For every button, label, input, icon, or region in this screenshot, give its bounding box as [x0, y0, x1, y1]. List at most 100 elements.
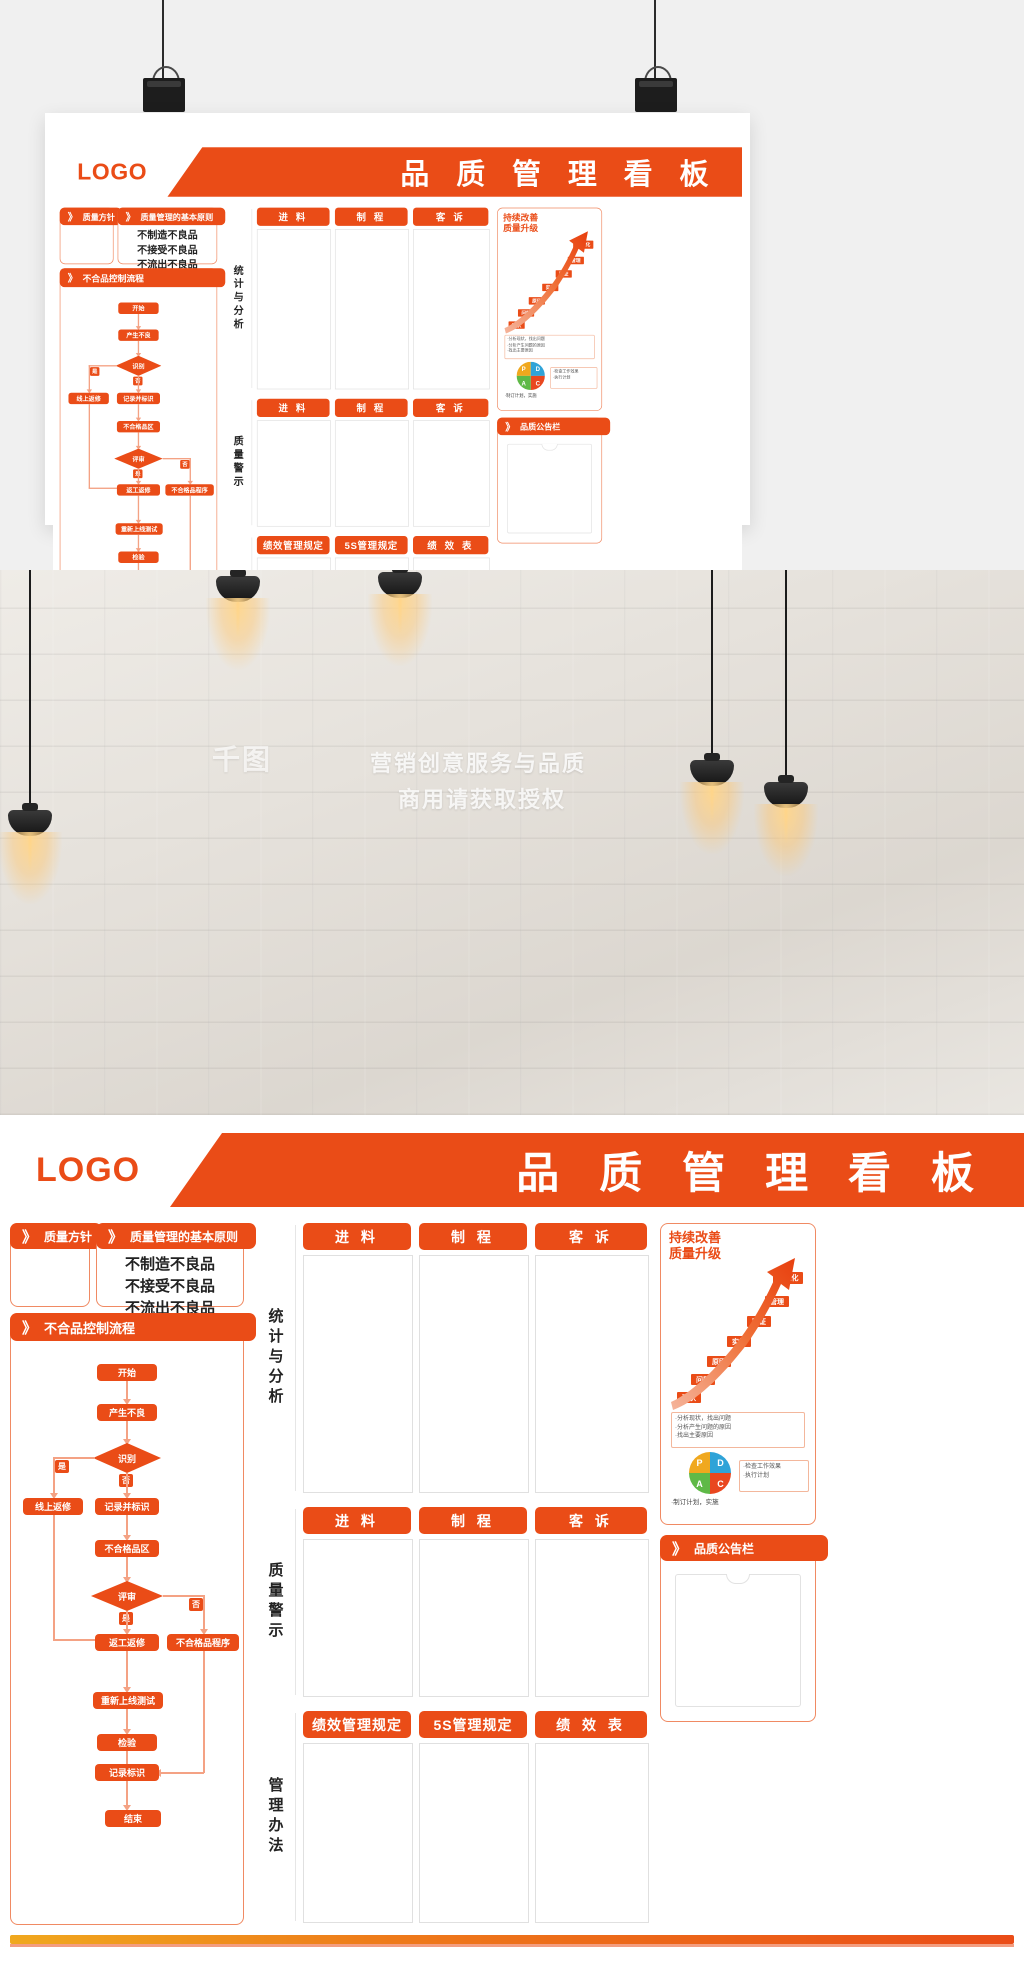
flow-node-reject-area: 不合格品区	[116, 420, 160, 433]
improvement-footnote: ·制订计划，实施	[671, 1499, 719, 1506]
notice-document-holder	[675, 1574, 801, 1707]
pdca-a: A	[689, 1473, 710, 1494]
kanban-board-copy-1: LOGO 品 质 管 理 看 板 》 质量方针 》 质量管理的基本原则 不制造不…	[53, 135, 743, 570]
col-header-performance-rule: 绩效管理规定	[256, 536, 330, 555]
col-body-performance-table	[413, 557, 490, 570]
pdca-wheel: P D C A	[516, 361, 545, 391]
flow-node-rework: 返工返修	[116, 484, 160, 496]
flow-line	[126, 1611, 128, 1631]
col-header-process: 制 程	[419, 1507, 527, 1534]
pdca-c: C	[530, 375, 545, 391]
col-body-process	[419, 1539, 529, 1697]
improvement-note: ·找出主要原因	[675, 1433, 713, 1440]
quality-notice-card: 》 品质公告栏	[660, 1535, 828, 1722]
board-header: LOGO 品 质 管 理 看 板	[0, 1115, 1024, 1207]
quality-principle-label: 质量管理的基本原则	[140, 212, 214, 222]
chevron-icon: 》	[108, 1228, 124, 1246]
quality-policy-card: 》 质量方针	[59, 207, 122, 265]
section-management-label: 管理办法	[225, 536, 252, 570]
flow-line	[126, 1557, 128, 1579]
col-body-performance-rule	[256, 557, 331, 570]
flow-node-start: 开始	[97, 1364, 157, 1381]
flow-node-defect: 产生不良	[97, 1404, 157, 1421]
principle-line: 不制造不良品	[137, 229, 198, 242]
flow-line	[137, 495, 139, 522]
flow-decision-review: 评审	[91, 1581, 163, 1611]
col-header-performance-table: 绩 效 表	[413, 536, 489, 555]
flow-node-start: 开始	[118, 302, 159, 314]
flow-decision-review: 评审	[114, 448, 163, 469]
flow-node-reject-area: 不合格品区	[95, 1540, 159, 1557]
quality-principle-lines: 不制造不良品 不接受不良品 不流出不良品	[118, 229, 216, 273]
flow-line	[88, 365, 90, 391]
quality-principle-card: 》 质量管理的基本原则 不制造不良品 不接受不良品 不流出不良品	[96, 1223, 256, 1317]
improvement-notes-box-1: ·分析现状，找出问题 ·分析产生问题的原因 ·找出主要原因	[504, 334, 595, 360]
improvement-title-line1: 持续改善	[503, 212, 539, 223]
col-header-complaint: 客 诉	[413, 207, 489, 226]
section-statistics: 统计与分析 进 料 制 程 客 诉	[225, 207, 490, 390]
footer-stripe-shadow	[10, 1944, 1014, 1947]
flow-branch-yes: 是	[90, 367, 100, 376]
improvement-note: ·执行计划	[743, 1472, 769, 1479]
flow-branch-no-2: 否	[189, 1598, 203, 1611]
improvement-note: ·分析产生问题的原因	[675, 1424, 731, 1431]
nonconforming-flow-label: 不合品控制流程	[44, 1320, 136, 1336]
flow-node-inspect: 检验	[97, 1734, 157, 1751]
quality-principle-card: 》 质量管理的基本原则 不制造不良品 不接受不良品 不流出不良品	[117, 207, 226, 271]
section-management: 管理办法 绩效管理规定 5S管理规定 绩 效 表	[255, 1711, 649, 1923]
flow-decision-identify: 识别	[115, 355, 162, 376]
section-divider	[295, 1713, 296, 1921]
flow-node-online-repair: 线上返修	[68, 392, 109, 405]
flow-line	[126, 1381, 128, 1401]
board-preview-1: LOGO 品 质 管 理 看 板 》 质量方针 》 质量管理的基本原则 不制造不…	[45, 113, 750, 570]
watermark-mark: 千图	[212, 744, 273, 775]
quality-notice-card: 》 品质公告栏	[497, 417, 611, 544]
section-divider	[251, 400, 253, 526]
flow-line	[203, 1651, 205, 1773]
improvement-arrow-icon	[671, 1258, 795, 1410]
flow-node-defect: 产生不良	[118, 329, 159, 341]
watermark-line-1: 营销创意服务与品质	[370, 751, 587, 776]
flow-line	[53, 1515, 55, 1640]
col-header-process: 制 程	[334, 398, 408, 417]
improvement-note: ·检查工作效果	[743, 1464, 781, 1470]
flow-line	[126, 1651, 128, 1689]
flow-node-end: 结束	[105, 1810, 161, 1827]
flow-node-online-repair: 线上返修	[23, 1498, 83, 1515]
principle-line: 不制造不良品	[124, 1256, 215, 1273]
binder-clip-right	[635, 0, 677, 114]
flow-node-reject-procedure: 不合格品程序	[167, 1634, 239, 1651]
flow-line	[53, 1457, 55, 1495]
col-body-incoming	[303, 1539, 413, 1697]
preview-panel-plain: LOGO 品 质 管 理 看 板 》 质量方针 》 质量管理的基本原则 不制造不…	[0, 0, 1024, 570]
col-body-complaint	[535, 1255, 649, 1493]
continuous-improvement-card: 持续改善 质量升级 现状 问题 原因 实施 验证 管理 标准化	[497, 207, 603, 411]
improvement-notes-box-2: ·检查工作效果 ·执行计划	[550, 367, 598, 389]
improvement-notes-box-1: ·分析现状，找出问题 ·分析产生问题的原因 ·找出主要原因	[671, 1412, 805, 1448]
flow-line	[159, 1772, 204, 1774]
flow-line	[88, 365, 117, 367]
flow-node-inspect: 检验	[118, 551, 159, 563]
chevron-icon: 》	[67, 211, 78, 223]
flow-node-record-mark: 记录并标识	[116, 392, 160, 405]
pdca-p: P	[516, 361, 531, 376]
section-divider	[251, 209, 253, 389]
col-body-complaint	[413, 229, 490, 390]
logo: LOGO	[77, 158, 148, 185]
flow-node-record-id: 记录标识	[95, 1764, 159, 1781]
flow-line	[189, 495, 191, 570]
chevron-icon: 》	[22, 1228, 38, 1246]
col-body-performance-rule	[303, 1743, 413, 1923]
flow-node-retest: 重新上线测试	[115, 523, 163, 535]
nonconforming-flow-label: 不合品控制流程	[82, 273, 144, 284]
col-body-incoming	[256, 420, 331, 527]
col-header-incoming: 进 料	[256, 207, 330, 226]
col-body-incoming	[303, 1255, 413, 1493]
col-body-process	[419, 1255, 529, 1493]
col-header-performance-table: 绩 效 表	[535, 1711, 647, 1738]
preview-panel-lifestyle: LOGO 品 质 管 理 看 板 》 质量方针 》 质量管理的基本原则 不制造不…	[0, 570, 1024, 1115]
board-detail-panel: LOGO 品 质 管 理 看 板 》 质量方针 》 质量管理的基本原则 不制造不…	[0, 1115, 1024, 1969]
page-title: 品 质 管 理 看 板	[516, 1150, 988, 1198]
flow-node-rework: 返工返修	[95, 1634, 159, 1651]
col-header-5s-rule: 5S管理规定	[419, 1711, 527, 1738]
